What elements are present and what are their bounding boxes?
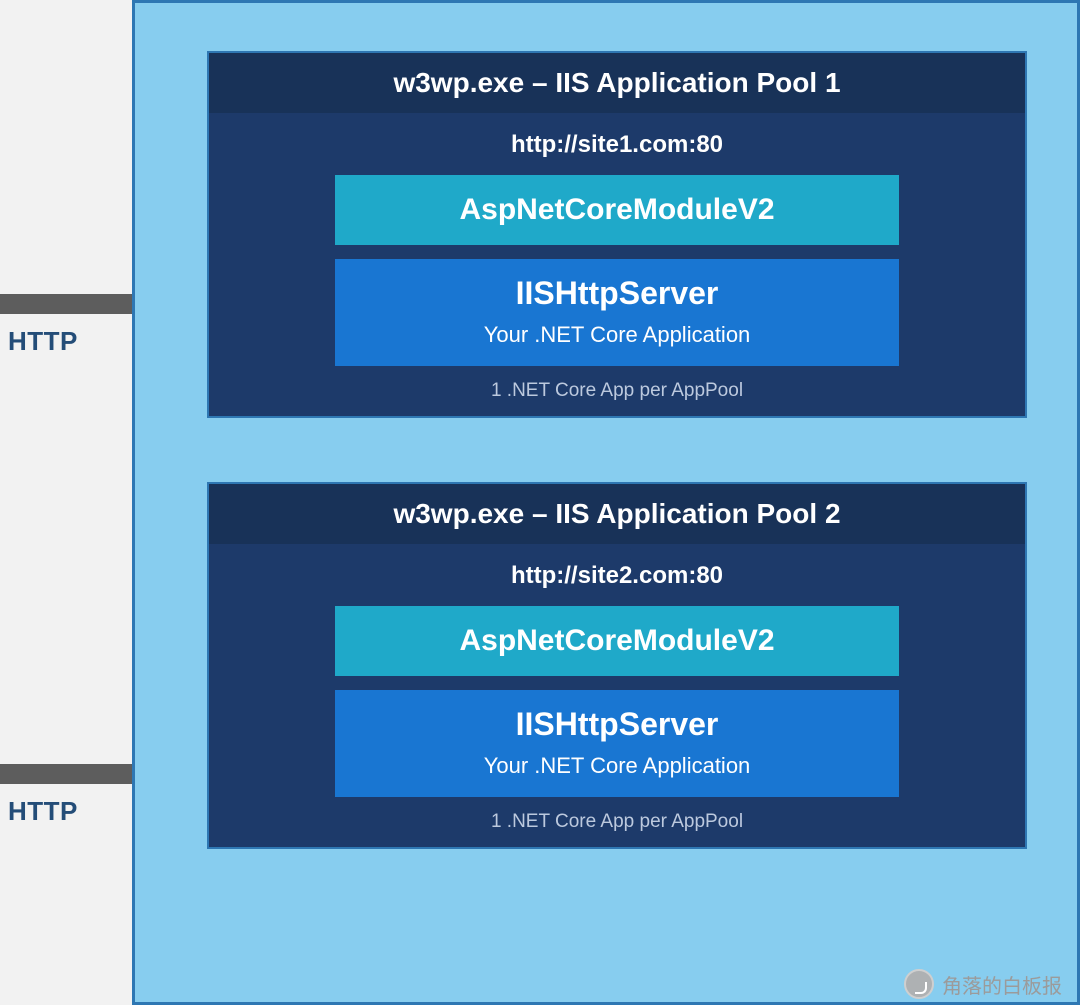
pool-url: http://site2.com:80 [209,544,1025,606]
app-pool-2: w3wp.exe – IIS Application Pool 2 http:/… [207,482,1027,849]
wechat-icon [904,969,934,999]
pool-url: http://site1.com:80 [209,113,1025,175]
app-pool-1: w3wp.exe – IIS Application Pool 1 http:/… [207,51,1027,418]
iis-http-server: IISHttpServer Your .NET Core Application [335,690,899,797]
server-subtitle: Your .NET Core Application [335,753,899,779]
aspnetcore-module: AspNetCoreModuleV2 [335,175,899,245]
arrow-label: HTTP [8,796,78,827]
pool-footer-note: 1 .NET Core App per AppPool [209,807,1025,835]
watermark: 角落的白板报 [904,969,1062,999]
iis-container: w3wp.exe – IIS Application Pool 1 http:/… [132,0,1080,1005]
iis-http-server: IISHttpServer Your .NET Core Application [335,259,899,366]
server-title: IISHttpServer [335,706,899,743]
pool-header: w3wp.exe – IIS Application Pool 2 [209,484,1025,544]
watermark-text: 角落的白板报 [942,970,1062,999]
aspnetcore-module: AspNetCoreModuleV2 [335,606,899,676]
arrow-label: HTTP [8,326,78,357]
pool-footer-note: 1 .NET Core App per AppPool [209,376,1025,404]
server-subtitle: Your .NET Core Application [335,322,899,348]
pool-header: w3wp.exe – IIS Application Pool 1 [209,53,1025,113]
server-title: IISHttpServer [335,275,899,312]
